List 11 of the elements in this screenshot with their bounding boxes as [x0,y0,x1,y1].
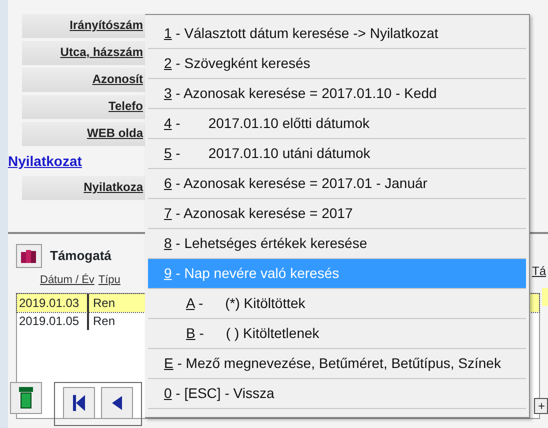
field-label: Telefo [22,95,145,119]
table-cell: 2019.01.03 [17,294,89,312]
table-cell-text: Ren [92,294,116,312]
table-cell-text: Ren [92,312,116,330]
panel-title: Támogatá [50,247,112,266]
field-label: Utca, házszám [22,41,145,65]
field-label: Nyilatkoza [22,176,145,200]
table-cell: 2019.01.05 [17,312,89,330]
field-label: WEB olda [22,122,145,146]
field-label: Azonosít [22,68,145,92]
field-label: Irányítószám [22,14,145,38]
